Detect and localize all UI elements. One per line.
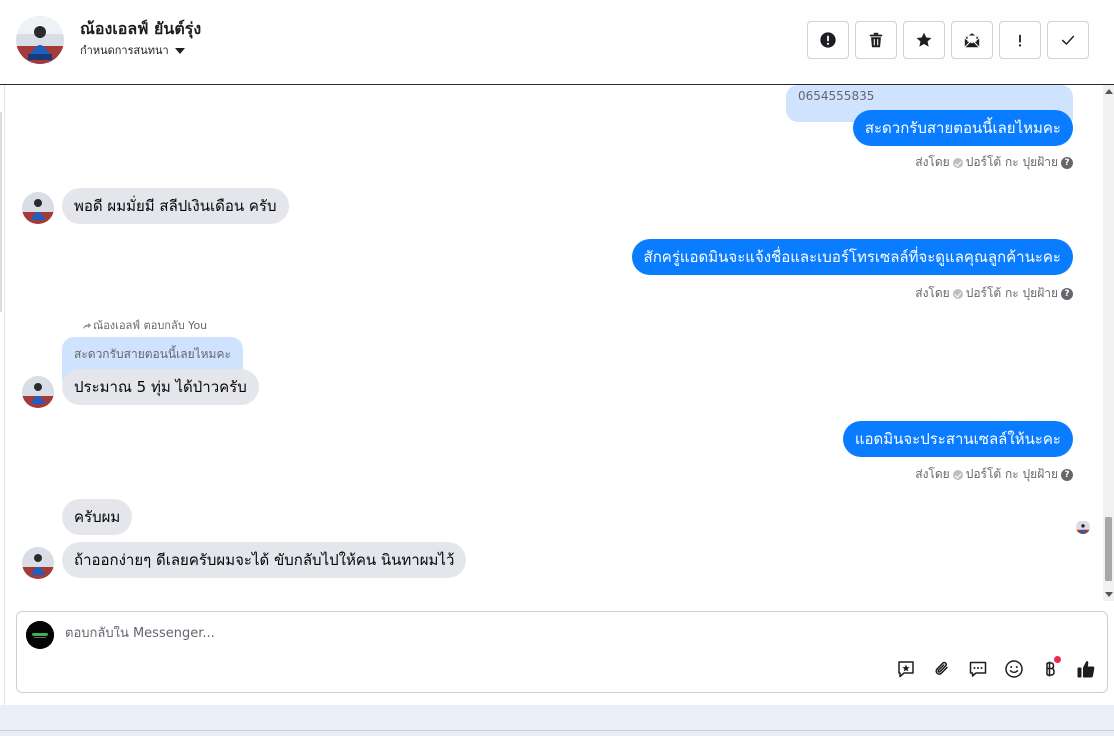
reply-composer: [16, 611, 1108, 693]
page-avatar: [26, 621, 54, 649]
flag-button[interactable]: [999, 21, 1041, 59]
outgoing-message-bubble[interactable]: แอดมินจะประสานเซลล์ให้นะคะ: [842, 421, 1073, 457]
sent-by-label: ส่งโดย ปอร์โต้ กะ ปุยฝ้าย ?: [915, 153, 1073, 172]
outgoing-message-bubble[interactable]: สะดวกรับสายตอนนี้เลยไหมคะ: [852, 110, 1073, 146]
contact-avatar-small[interactable]: [22, 376, 54, 408]
saved-reply-icon: [898, 661, 914, 678]
sent-by-prefix: ส่งโดย: [915, 467, 950, 481]
conversation-settings-label: กำหนดการสนทนา: [80, 44, 169, 57]
verified-check-icon: [952, 288, 963, 299]
reply-arrow-icon: [82, 322, 91, 329]
envelope-open-icon: [964, 33, 980, 48]
help-icon[interactable]: ?: [1061, 156, 1073, 169]
incoming-message-bubble[interactable]: ถ้าออกง่ายๆ ดีเลยครับผมจะได้ ขับกลับไปให…: [62, 542, 467, 578]
footer-divider: [0, 730, 1114, 731]
exclamation-icon: [1018, 34, 1022, 47]
outgoing-message-bubble[interactable]: สักครู่แอดมินจะแจ้งชื่อและเบอร์โทรเซลล์ท…: [631, 239, 1073, 275]
thread-scrollbar[interactable]: [1103, 85, 1114, 601]
conversation-header: ณ้องเอลฟ์ ยันต์รุ่ง กำหนดการสนทนา: [0, 0, 1114, 85]
chat-bubble-icon: [969, 661, 987, 677]
attachment-icon: [935, 661, 948, 675]
sent-by-prefix: ส่งโดย: [915, 155, 950, 169]
panel-border: [4, 85, 5, 705]
star-button[interactable]: [903, 21, 945, 59]
emoji-button[interactable]: [1003, 658, 1025, 680]
done-button[interactable]: [1047, 21, 1089, 59]
sent-by-prefix: ส่งโดย: [915, 286, 950, 300]
emoji-icon: [1005, 660, 1023, 678]
quoted-reply-text: สะดวกรับสายตอนนี้เลยไหมคะ: [74, 347, 231, 361]
reply-input[interactable]: [65, 626, 865, 641]
trash-icon: [869, 32, 883, 48]
sent-by-label: ส่งโดย ปอร์โต้ กะ ปุยฝ้าย ?: [915, 284, 1073, 303]
saved-reply-button[interactable]: [895, 658, 917, 680]
like-button[interactable]: [1075, 658, 1097, 680]
composer-toolbar: [895, 656, 1097, 680]
contact-avatar[interactable]: [16, 16, 64, 64]
alert-circle-icon: [820, 32, 836, 48]
reply-note-text: ณ้องเอลฟ์ ตอบกลับ You: [93, 319, 208, 332]
seen-avatar: [1076, 520, 1090, 534]
contact-name: ณ้องเอลฟ์ ยันต์รุ่ง: [80, 19, 202, 38]
like-icon: [1077, 661, 1095, 678]
verified-check-icon: [952, 469, 963, 480]
footer-band: [0, 705, 1114, 736]
incoming-message-bubble[interactable]: ครับผม: [62, 499, 133, 535]
attachment-button[interactable]: [931, 658, 953, 680]
notification-dot: [1054, 656, 1061, 663]
contact-avatar-small[interactable]: [22, 547, 54, 579]
star-icon: [916, 32, 932, 47]
incoming-message-bubble[interactable]: ประมาณ 5 ทุ่ม ได้ป่าวครับ: [62, 369, 259, 405]
scroll-thumb[interactable]: [1105, 517, 1112, 581]
reply-note: ณ้องเอลฟ์ ตอบกลับ You: [82, 316, 207, 334]
mark-unread-button[interactable]: [951, 21, 993, 59]
verified-check-icon: [952, 157, 963, 168]
delete-button[interactable]: [855, 21, 897, 59]
quoted-phone-text: 0654555835: [798, 89, 875, 103]
conversation-settings-dropdown[interactable]: กำหนดการสนทนา: [80, 41, 185, 59]
contact-avatar-small[interactable]: [22, 192, 54, 224]
report-button[interactable]: [807, 21, 849, 59]
header-actions: [807, 21, 1089, 59]
sent-by-label: ส่งโดย ปอร์โต้ กะ ปุยฝ้าย ?: [915, 465, 1073, 484]
caret-down-icon: [174, 47, 185, 54]
checkmark-icon: [1061, 35, 1075, 45]
scroll-up-arrow[interactable]: [1105, 89, 1113, 94]
scroll-down-arrow[interactable]: [1105, 592, 1113, 597]
help-icon[interactable]: ?: [1061, 287, 1073, 300]
sent-by-name: ปอร์โต้ กะ ปุยฝ้าย: [965, 155, 1058, 169]
sent-by-name: ปอร์โต้ กะ ปุยฝ้าย: [965, 286, 1058, 300]
sent-by-name: ปอร์โต้ กะ ปุยฝ้าย: [965, 467, 1058, 481]
help-icon[interactable]: ?: [1061, 468, 1073, 481]
panel-border-accent: [0, 112, 2, 312]
incoming-message-bubble[interactable]: พอดี ผมมั่ยมี สลีปเงินเดือน ครับ: [62, 188, 289, 224]
payment-button[interactable]: [1039, 656, 1061, 680]
chat-bubble-button[interactable]: [967, 658, 989, 680]
